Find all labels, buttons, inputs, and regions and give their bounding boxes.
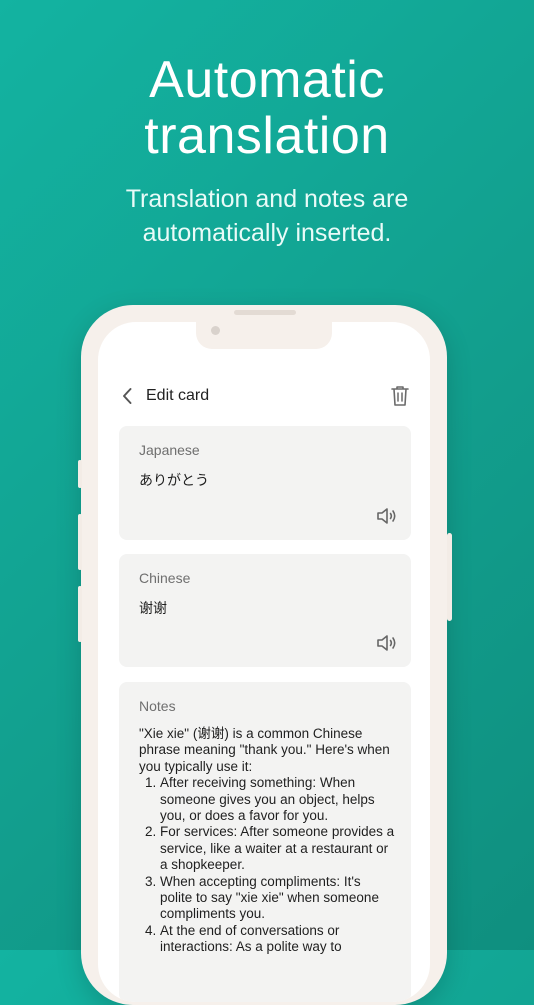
notes-list-item: For services: After someone provides a s… [160, 824, 395, 873]
chevron-left-icon [123, 388, 132, 404]
subheadline-line-2: automatically inserted. [142, 219, 392, 247]
headline: Automatic translation [0, 52, 534, 164]
delete-card-button[interactable] [388, 383, 412, 409]
front-camera [211, 326, 220, 335]
page-title: Edit card [146, 387, 210, 404]
notes-text[interactable]: "Xie xie" (谢谢) is a common Chinese phras… [139, 726, 395, 956]
headline-line-1: Automatic [149, 51, 385, 109]
back-button[interactable] [116, 384, 140, 408]
japanese-field-card[interactable]: Japanese ありがとう [119, 426, 411, 540]
chinese-field-card[interactable]: Chinese 谢谢 [119, 554, 411, 667]
phone-power-button [447, 533, 452, 621]
japanese-play-audio-button[interactable] [375, 504, 399, 528]
notes-list-item: At the end of conversations or interacti… [160, 923, 395, 956]
speaker-icon [377, 508, 396, 524]
headline-line-2: translation [144, 107, 390, 165]
chinese-field-label: Chinese [139, 570, 191, 586]
notes-list-item: After receiving something: When someone … [160, 775, 395, 824]
phone-speaker [234, 310, 296, 315]
japanese-field-label: Japanese [139, 442, 200, 458]
notes-list-item: When accepting compliments: It's polite … [160, 874, 395, 923]
chinese-play-audio-button[interactable] [375, 631, 399, 655]
speaker-icon [377, 635, 396, 651]
phone-volume-up [78, 514, 82, 570]
top-bar: Edit card [98, 382, 430, 410]
phone-volume-down [78, 586, 82, 642]
chinese-field-value[interactable]: 谢谢 [139, 598, 167, 618]
notes-field-card[interactable]: Notes "Xie xie" (谢谢) is a common Chinese… [119, 682, 411, 1002]
notes-intro: "Xie xie" (谢谢) is a common Chinese phras… [139, 726, 390, 774]
subheadline: Translation and notes are automatically … [0, 182, 534, 250]
phone-mute-switch [78, 460, 82, 488]
japanese-field-value[interactable]: ありがとう [139, 470, 209, 490]
notes-list: After receiving something: When someone … [139, 775, 395, 955]
phone-screen: Edit card Japanese ありがとう Chinese 谢谢 Note… [98, 322, 430, 1002]
subheadline-line-1: Translation and notes are [125, 185, 409, 213]
notes-field-label: Notes [139, 698, 176, 714]
trash-icon [391, 386, 409, 406]
